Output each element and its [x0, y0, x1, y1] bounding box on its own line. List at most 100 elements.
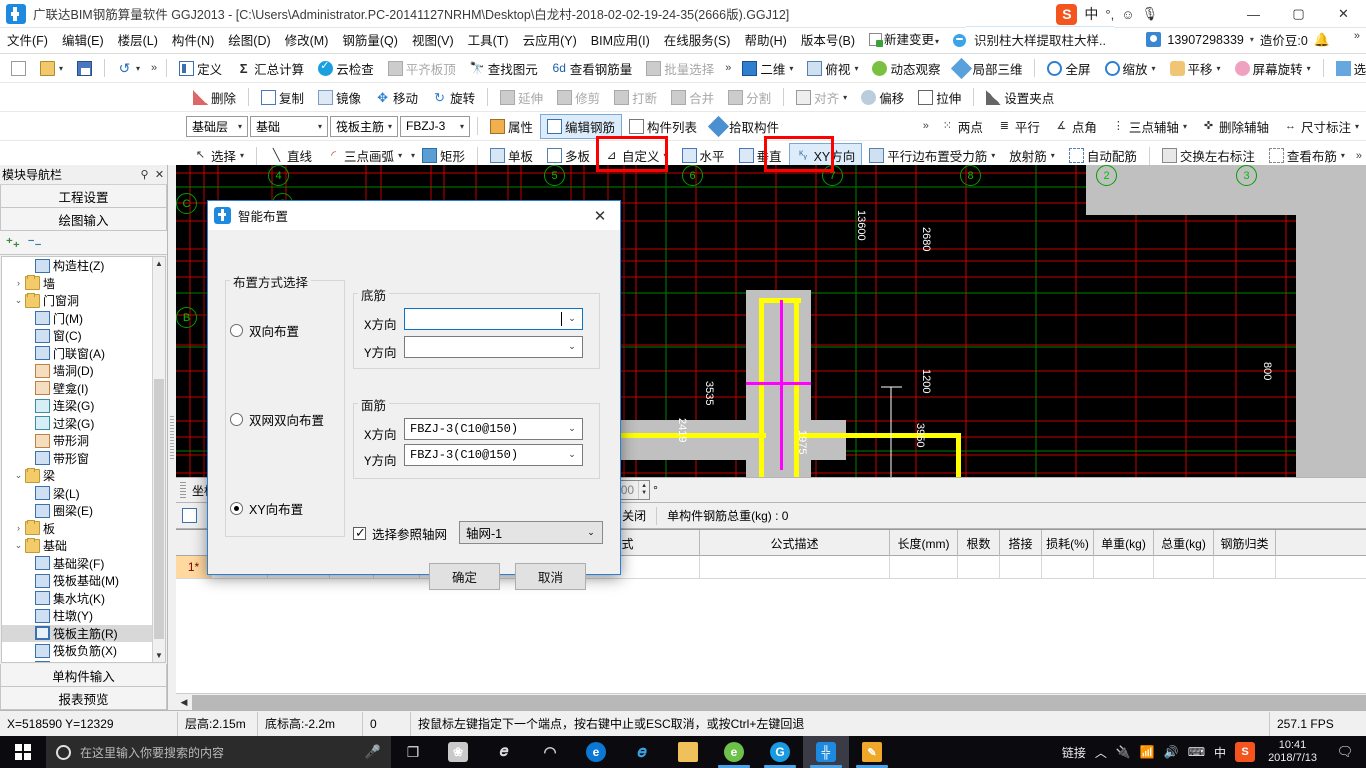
mirror-button[interactable]: 镜像	[311, 85, 368, 110]
chevron-down-icon[interactable]: ⌄	[12, 540, 25, 551]
menu-online-service[interactable]: 在线服务(S)	[657, 28, 738, 54]
grid-col-13[interactable]: 钢筋归类	[1214, 530, 1276, 556]
chevron-down-icon[interactable]: ⌄	[562, 450, 582, 460]
chevron-down-icon[interactable]: ⌄	[12, 295, 25, 306]
taskbar-app-ie[interactable]: 𝑒	[619, 736, 665, 768]
option-xy-direction[interactable]: XY向布置	[230, 499, 303, 518]
taskbar-app-edge[interactable]: e	[573, 736, 619, 768]
bottom-y-combo[interactable]: ⌄	[404, 336, 583, 358]
menu-edit[interactable]: 编辑(E)	[55, 28, 111, 54]
taskbar-app-360se[interactable]: e	[711, 736, 757, 768]
tree-item[interactable]: 门联窗(A)	[2, 345, 152, 363]
tree-item[interactable]: 窗(C)	[2, 327, 152, 345]
wifi-icon[interactable]: 📶	[1140, 745, 1155, 759]
option-bidirectional[interactable]: 双向布置	[230, 321, 299, 340]
cell-12[interactable]	[1154, 556, 1214, 578]
battery-icon[interactable]: 🔌	[1116, 745, 1131, 759]
three-point-axis-button[interactable]: ⋮ 三点辅轴 ▾	[1104, 114, 1194, 139]
close-button[interactable]: ✕	[1321, 0, 1366, 28]
menu-modify[interactable]: 修改(M)	[278, 28, 336, 54]
maximize-button[interactable]: ▢	[1276, 0, 1321, 28]
tree-item[interactable]: 门(M)	[2, 310, 152, 328]
cell-9[interactable]	[1000, 556, 1042, 578]
undo-button[interactable]: ↺ ▾	[110, 56, 147, 81]
chevron-right-icon[interactable]: ›	[12, 523, 25, 533]
category-select[interactable]: 基础 ▾	[250, 115, 328, 137]
tree-item[interactable]: 筏板基础(M)	[2, 572, 152, 590]
grid-col-7[interactable]: 长度(mm)	[890, 530, 958, 556]
taskbar-app-glodon[interactable]: ╬	[803, 736, 849, 768]
tree-item[interactable]: 带形洞	[2, 432, 152, 450]
ok-button[interactable]: 确定	[429, 563, 500, 590]
floor-select[interactable]: 基础层 ▾	[186, 115, 248, 137]
reference-axis-row[interactable]: 选择参照轴网	[353, 524, 447, 543]
move-button[interactable]: ✥ 移动	[368, 85, 425, 110]
define-button[interactable]: 定义	[172, 56, 229, 81]
chevron-down-icon[interactable]: ⌄	[580, 527, 602, 538]
volume-icon[interactable]: 🔊	[1164, 745, 1179, 759]
save-button[interactable]	[70, 56, 99, 81]
delete-axis-button[interactable]: ✜ 删除辅轴	[1194, 114, 1276, 139]
local-3d-button[interactable]: 局部三维	[947, 56, 1029, 81]
menu-new-change[interactable]: 新建变更▾	[862, 27, 946, 55]
orbit-button[interactable]: 动态观察	[865, 56, 947, 81]
tree-item[interactable]: 壁龛(I)	[2, 380, 152, 398]
radio-double-mesh-bidirectional[interactable]	[230, 413, 243, 426]
reference-axis-select[interactable]: 轴网-1 ⌄	[459, 521, 603, 544]
panel-splitter[interactable]	[168, 165, 176, 710]
open-file-button[interactable]: ▾	[33, 56, 70, 81]
grid-horizontal-scrollbar[interactable]: ◀	[176, 693, 1366, 710]
radio-xy-direction[interactable]	[230, 502, 243, 515]
taskbar-app-sogou[interactable]: ❀	[435, 736, 481, 768]
cell-8[interactable]	[958, 556, 1000, 578]
tree-item[interactable]: 梁(L)	[2, 485, 152, 503]
hscroll-thumb[interactable]	[192, 694, 1366, 710]
view-2d-button[interactable]: 二维 ▾	[735, 56, 800, 81]
tree-item[interactable]: 连梁(G)	[2, 397, 152, 415]
close-editor-button[interactable]: 关闭	[617, 506, 651, 526]
scrollbar-thumb[interactable]	[154, 379, 164, 639]
toolbar3-overflow[interactable]: »	[919, 120, 933, 132]
expand-all-icon[interactable]: ⁺₊	[6, 235, 20, 251]
ime-mic-icon[interactable]: 🎙	[1141, 6, 1158, 22]
cell-13[interactable]	[1214, 556, 1276, 578]
menu-cloud-app[interactable]: 云应用(Y)	[516, 28, 584, 54]
taskbar-app-spiral[interactable]: ◠	[527, 736, 573, 768]
pan-button[interactable]: 平移 ▾	[1163, 56, 1228, 81]
dialog-close-button[interactable]: ✕	[580, 201, 620, 230]
tree-item[interactable]: 过梁(G)	[2, 415, 152, 433]
cell-6[interactable]	[700, 556, 890, 578]
task-view-button[interactable]: ❐	[391, 736, 435, 768]
screen-rotate-button[interactable]: 屏幕旋转 ▾	[1228, 56, 1318, 81]
edit-rebar-button[interactable]: 编辑钢筋	[540, 113, 623, 139]
scroll-down-icon[interactable]: ▼	[153, 649, 165, 662]
menu-floor[interactable]: 楼层(L)	[111, 28, 165, 54]
cell-7[interactable]	[890, 556, 958, 578]
fullscreen-button[interactable]: 全屏	[1040, 56, 1097, 81]
top-view-button[interactable]: 俯视 ▾	[800, 56, 865, 81]
tree-item[interactable]: 圈梁(E)	[2, 502, 152, 520]
cell-10[interactable]	[1042, 556, 1094, 578]
cell-11[interactable]	[1094, 556, 1154, 578]
tab-single-component-input[interactable]: 单构件输入	[0, 664, 167, 687]
grid-col-9[interactable]: 搭接	[1000, 530, 1042, 556]
reference-axis-checkbox[interactable]	[353, 525, 366, 541]
tree-scrollbar[interactable]: ▲ ▼	[152, 257, 165, 662]
summary-calc-button[interactable]: Σ 汇总计算	[229, 56, 311, 81]
action-center-icon[interactable]: 🗨	[1330, 744, 1360, 760]
grid-col-8[interactable]: 根数	[958, 530, 1000, 556]
new-file-button[interactable]	[4, 56, 33, 81]
radio-bidirectional[interactable]	[230, 324, 243, 337]
top-y-combo[interactable]: FBZJ-3(C10@150) ⌄	[404, 444, 583, 466]
drag-handle[interactable]	[180, 482, 186, 498]
chevron-down-icon[interactable]: ⌄	[562, 424, 582, 434]
menu-rebar-quantity[interactable]: 钢筋量(Q)	[335, 28, 405, 54]
pick-component-button[interactable]: 拾取构件	[704, 114, 786, 139]
cloud-check-button[interactable]: 云检查	[311, 56, 381, 81]
tree-folder[interactable]: › 墙	[2, 275, 152, 293]
microphone-icon[interactable]: 🎤	[365, 744, 391, 760]
view-rebar-quantity-button[interactable]: 6d 查看钢筋量	[545, 56, 640, 81]
sogou-ime-tray-icon[interactable]: S	[1235, 742, 1256, 762]
chevron-down-icon[interactable]: ⌄	[12, 470, 25, 481]
tree-folder[interactable]: ⌄ 梁	[2, 467, 152, 485]
